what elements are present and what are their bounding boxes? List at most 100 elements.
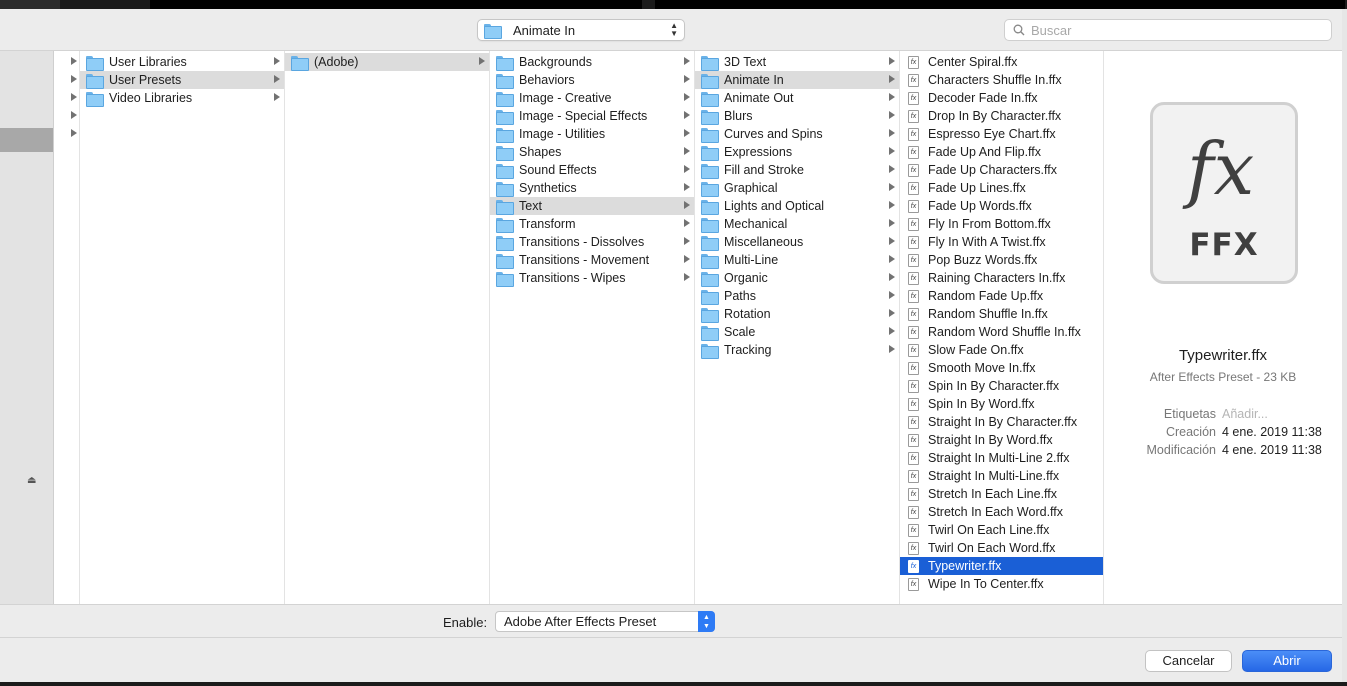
list-item[interactable]: Behaviors: [490, 71, 694, 89]
file-item[interactable]: fx Center Spiral.ffx: [900, 53, 1103, 71]
file-item[interactable]: fx Fade Up Lines.ffx: [900, 179, 1103, 197]
list-item[interactable]: Transitions - Wipes: [490, 269, 694, 287]
list-item[interactable]: Sound Effects: [490, 161, 694, 179]
item-label: (Adobe): [314, 55, 359, 69]
list-item[interactable]: Image - Utilities: [490, 125, 694, 143]
tags-row: Etiquetas Añadir...: [1104, 407, 1342, 425]
list-item[interactable]: Blurs: [695, 107, 899, 125]
file-item[interactable]: fx Spin In By Word.ffx: [900, 395, 1103, 413]
file-item[interactable]: fx Fade Up Characters.ffx: [900, 161, 1103, 179]
item-label: Smooth Move In.ffx: [928, 361, 1036, 375]
ffx-file-icon: fx: [908, 325, 919, 339]
file-item[interactable]: fx Random Fade Up.ffx: [900, 287, 1103, 305]
disclosure-triangle-icon[interactable]: [71, 93, 77, 101]
list-item[interactable]: Synthetics: [490, 179, 694, 197]
item-label: Scale: [724, 325, 756, 339]
list-item[interactable]: Video Libraries: [80, 89, 284, 107]
list-item[interactable]: Paths: [695, 287, 899, 305]
file-item[interactable]: fx Straight In By Word.ffx: [900, 431, 1103, 449]
list-item[interactable]: Lights and Optical: [695, 197, 899, 215]
list-item[interactable]: Backgrounds: [490, 53, 694, 71]
list-item[interactable]: User Libraries: [80, 53, 284, 71]
disclosure-triangle-icon[interactable]: [71, 75, 77, 83]
list-item[interactable]: Organic: [695, 269, 899, 287]
ffx-file-icon: fx: [908, 559, 919, 573]
list-item[interactable]: Animate Out: [695, 89, 899, 107]
file-item[interactable]: fx Random Word Shuffle In.ffx: [900, 323, 1103, 341]
file-item[interactable]: fx Decoder Fade In.ffx: [900, 89, 1103, 107]
list-item[interactable]: Scale: [695, 323, 899, 341]
file-item[interactable]: fx Straight In Multi-Line 2.ffx: [900, 449, 1103, 467]
disclosure-triangle-icon: [479, 57, 485, 65]
ffx-file-icon: fx: [908, 523, 919, 537]
list-item[interactable]: Expressions: [695, 143, 899, 161]
ffx-file-icon: fx: [908, 199, 919, 213]
folder-icon: [701, 109, 719, 125]
folder-icon: [484, 23, 502, 39]
file-item[interactable]: fx Twirl On Each Word.ffx: [900, 539, 1103, 557]
file-item[interactable]: fx Straight In By Character.ffx: [900, 413, 1103, 431]
sidebar-selected-item[interactable]: [0, 128, 53, 152]
ffx-file-icon: fx: [908, 163, 919, 177]
list-item[interactable]: Rotation: [695, 305, 899, 323]
item-label: Animate Out: [724, 91, 794, 105]
list-item[interactable]: 3D Text: [695, 53, 899, 71]
file-item[interactable]: fx Raining Characters In.ffx: [900, 269, 1103, 287]
disclosure-triangle-icon[interactable]: [71, 111, 77, 119]
file-item-selected[interactable]: fx Typewriter.ffx: [900, 557, 1103, 575]
list-item[interactable]: Tracking: [695, 341, 899, 359]
list-item[interactable]: Graphical: [695, 179, 899, 197]
background-window-edge: [1342, 9, 1347, 686]
disclosure-triangle-icon: [274, 93, 280, 101]
tags-input[interactable]: Añadir...: [1222, 407, 1268, 421]
search-field[interactable]: [1004, 19, 1332, 41]
file-item[interactable]: fx Espresso Eye Chart.ffx: [900, 125, 1103, 143]
file-item[interactable]: fx Smooth Move In.ffx: [900, 359, 1103, 377]
file-item[interactable]: fx Straight In Multi-Line.ffx: [900, 467, 1103, 485]
file-item[interactable]: fx Random Shuffle In.ffx: [900, 305, 1103, 323]
file-item[interactable]: fx Wipe In To Center.ffx: [900, 575, 1103, 593]
cancel-button[interactable]: Cancelar: [1145, 650, 1232, 672]
list-item[interactable]: Transform: [490, 215, 694, 233]
file-item[interactable]: fx Stretch In Each Word.ffx: [900, 503, 1103, 521]
list-item[interactable]: Miscellaneous: [695, 233, 899, 251]
list-item[interactable]: Curves and Spins: [695, 125, 899, 143]
file-item[interactable]: fx Pop Buzz Words.ffx: [900, 251, 1103, 269]
file-item[interactable]: fx Twirl On Each Line.ffx: [900, 521, 1103, 539]
list-item[interactable]: Shapes: [490, 143, 694, 161]
column-browser: User Libraries User Presets Video Librar…: [54, 51, 1342, 604]
file-item[interactable]: fx Drop In By Character.ffx: [900, 107, 1103, 125]
list-item[interactable]: Transitions - Movement: [490, 251, 694, 269]
alias-folder-icon: [291, 55, 309, 71]
enable-select[interactable]: Adobe After Effects Preset ▲ ▼: [495, 611, 715, 632]
fx-glyph: fx: [1187, 127, 1255, 211]
item-label: Shapes: [519, 145, 562, 159]
folder-icon: [496, 109, 514, 125]
list-item[interactable]: Image - Special Effects: [490, 107, 694, 125]
file-item[interactable]: fx Slow Fade On.ffx: [900, 341, 1103, 359]
file-item[interactable]: fx Fade Up Words.ffx: [900, 197, 1103, 215]
file-item[interactable]: fx Spin In By Character.ffx: [900, 377, 1103, 395]
file-item[interactable]: fx Fly In With A Twist.ffx: [900, 233, 1103, 251]
list-item[interactable]: Fill and Stroke: [695, 161, 899, 179]
file-item[interactable]: fx Fly In From Bottom.ffx: [900, 215, 1103, 233]
list-item[interactable]: (Adobe): [285, 53, 489, 71]
search-input[interactable]: [1031, 22, 1321, 38]
file-item[interactable]: fx Stretch In Each Line.ffx: [900, 485, 1103, 503]
list-item[interactable]: Image - Creative: [490, 89, 694, 107]
list-item[interactable]: Animate In: [695, 71, 899, 89]
eject-icon[interactable]: ⏏: [27, 475, 36, 486]
file-item[interactable]: fx Fade Up And Flip.ffx: [900, 143, 1103, 161]
list-item[interactable]: Multi-Line: [695, 251, 899, 269]
location-select[interactable]: Animate In ▲ ▼: [477, 19, 685, 41]
list-item[interactable]: User Presets: [80, 71, 284, 89]
open-button[interactable]: Abrir: [1242, 650, 1332, 672]
list-item[interactable]: Mechanical: [695, 215, 899, 233]
disclosure-triangle-icon[interactable]: [71, 57, 77, 65]
list-item[interactable]: Text: [490, 197, 694, 215]
list-item[interactable]: Transitions - Dissolves: [490, 233, 694, 251]
file-item[interactable]: fx Characters Shuffle In.ffx: [900, 71, 1103, 89]
item-label: Fade Up And Flip.ffx: [928, 145, 1042, 159]
disclosure-triangle-icon[interactable]: [71, 129, 77, 137]
item-label: Image - Special Effects: [519, 109, 648, 123]
